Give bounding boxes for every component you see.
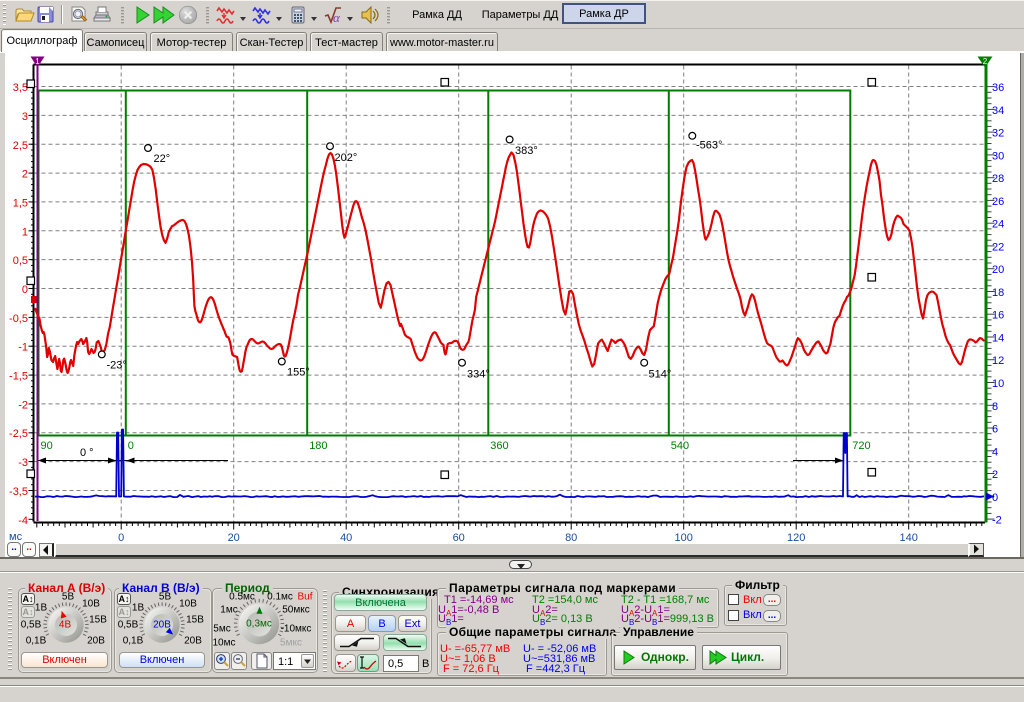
svg-text:0,5: 0,5 (13, 255, 28, 267)
svg-text:383°: 383° (515, 145, 538, 157)
svg-text:334°: 334° (467, 369, 490, 381)
svg-text:18: 18 (992, 287, 1004, 299)
svg-text:14: 14 (992, 333, 1004, 345)
svg-text:30: 30 (992, 150, 1004, 162)
svg-text:0 °: 0 ° (80, 447, 94, 459)
svg-text:-2: -2 (18, 399, 28, 411)
svg-text:8: 8 (992, 401, 998, 413)
svg-text:360: 360 (490, 440, 508, 452)
svg-text:-3: -3 (18, 457, 28, 469)
svg-text:-2: -2 (992, 515, 1002, 527)
svg-text:155°: 155° (287, 367, 310, 379)
svg-text:2: 2 (22, 169, 28, 181)
svg-text:2: 2 (992, 469, 998, 481)
svg-text:0: 0 (992, 492, 998, 504)
svg-text:202°: 202° (335, 152, 358, 164)
svg-text:36: 36 (992, 82, 1004, 94)
svg-text:32: 32 (992, 128, 1004, 140)
svg-text:20: 20 (992, 264, 1004, 276)
svg-text:720: 720 (852, 440, 870, 452)
svg-text:-1,5: -1,5 (9, 371, 28, 383)
svg-text:2: 2 (983, 57, 988, 66)
svg-text:514°: 514° (649, 369, 672, 381)
svg-text:-2,5: -2,5 (9, 428, 28, 440)
svg-text:10: 10 (992, 378, 1004, 390)
svg-text:2,5: 2,5 (13, 140, 28, 152)
svg-text:-1: -1 (18, 342, 28, 354)
svg-text:1: 1 (22, 226, 28, 238)
svg-text:-23°: -23° (107, 360, 127, 372)
svg-text:90: 90 (41, 440, 53, 452)
svg-text:-3,5: -3,5 (9, 486, 28, 498)
svg-text:24: 24 (992, 219, 1004, 231)
svg-text:-4: -4 (18, 515, 28, 527)
svg-text:22: 22 (992, 241, 1004, 253)
svg-text:26: 26 (992, 196, 1004, 208)
svg-text:180: 180 (309, 440, 327, 452)
svg-text:6: 6 (992, 424, 998, 436)
svg-text:0: 0 (22, 284, 28, 296)
svg-text:1,5: 1,5 (13, 197, 28, 209)
svg-text:28: 28 (992, 173, 1004, 185)
svg-text:3,5: 3,5 (13, 82, 28, 94)
svg-text:12: 12 (992, 355, 1004, 367)
svg-text:0: 0 (128, 440, 134, 452)
svg-text:-0,5: -0,5 (9, 313, 28, 325)
svg-text:540: 540 (671, 440, 689, 452)
svg-text:16: 16 (992, 310, 1004, 322)
svg-text:4: 4 (992, 446, 998, 458)
svg-text:34: 34 (992, 105, 1004, 117)
svg-text:-563°: -563° (696, 140, 722, 152)
svg-text:22°: 22° (154, 153, 171, 165)
svg-text:3: 3 (22, 111, 28, 123)
svg-text:1: 1 (35, 57, 40, 66)
